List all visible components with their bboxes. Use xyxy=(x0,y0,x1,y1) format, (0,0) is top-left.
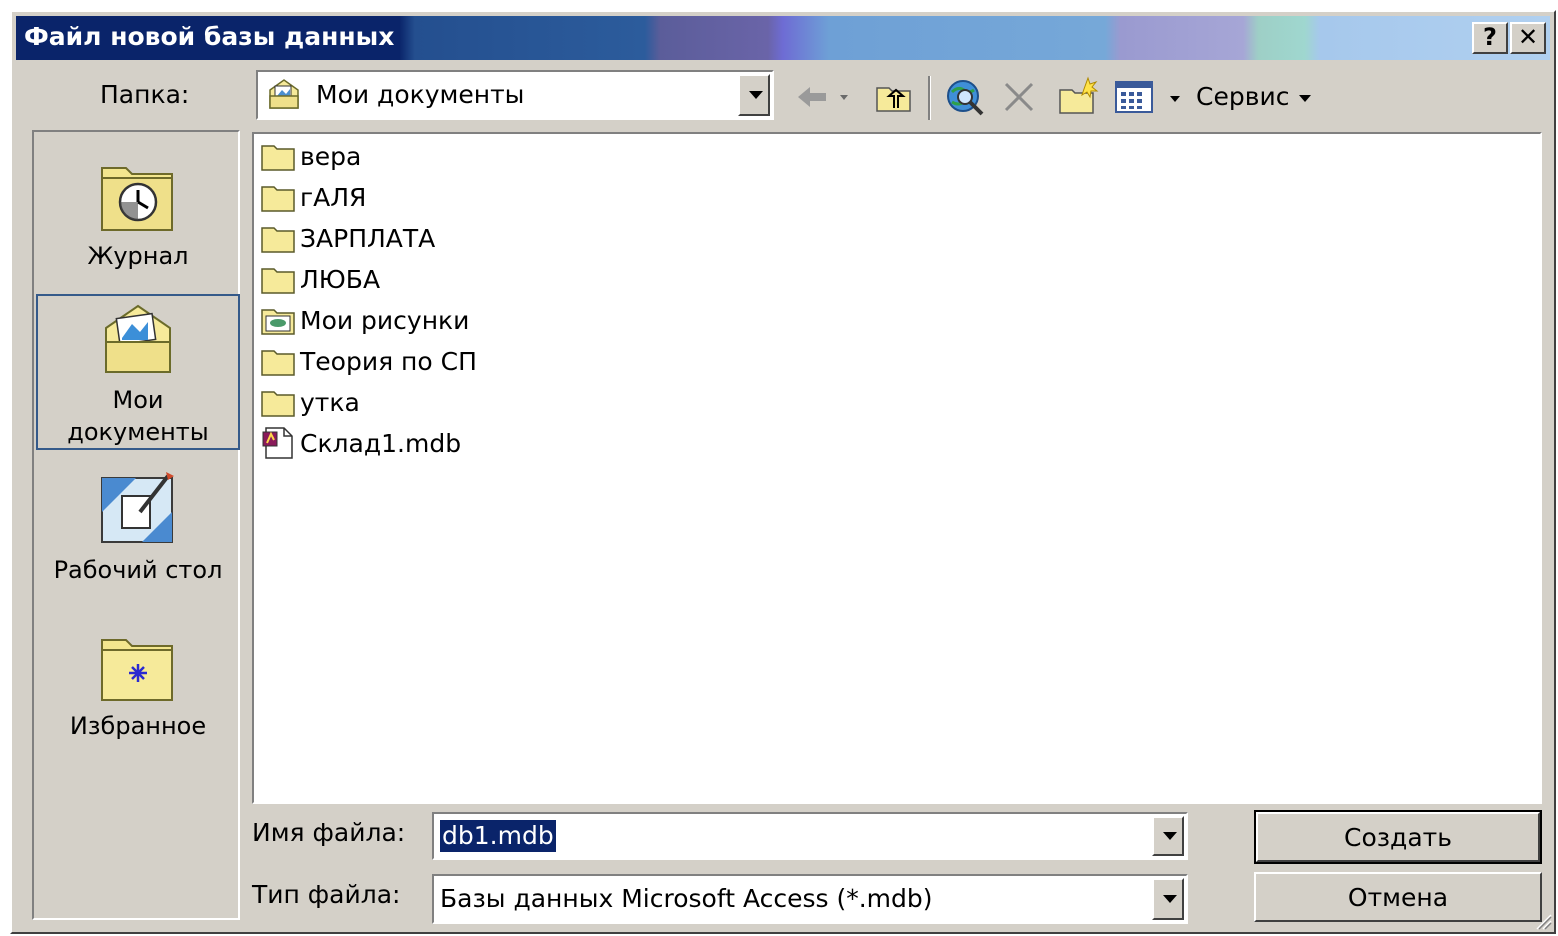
folder-icon xyxy=(261,186,295,212)
file-name: ЗАРПЛАТА xyxy=(300,223,436,253)
resize-grip-icon[interactable] xyxy=(1534,912,1552,930)
cancel-button[interactable]: Отмена xyxy=(1254,872,1542,922)
close-button[interactable]: ✕ xyxy=(1510,22,1546,54)
folder-label: Папка: xyxy=(100,80,190,109)
my-documents-icon xyxy=(105,304,171,373)
filetype-select[interactable]: Базы данных Microsoft Access (*.mdb) xyxy=(432,874,1188,924)
list-item[interactable]: Склад1.mdb xyxy=(260,425,461,461)
folder-icon xyxy=(261,227,295,253)
places-item-history[interactable]: Журнал xyxy=(36,160,240,290)
file-name: вера xyxy=(300,141,362,171)
folder-icon xyxy=(261,268,295,294)
list-item[interactable]: гАЛЯ xyxy=(260,179,366,215)
filename-dropdown-button[interactable] xyxy=(1152,816,1184,856)
places-bar: Журнал Мои документы Рабочий стол Избран… xyxy=(32,130,240,920)
views-button[interactable] xyxy=(1114,80,1184,122)
service-menu-label: Сервис xyxy=(1196,82,1290,111)
file-name: ЛЮБА xyxy=(300,264,381,294)
pictures-folder-icon xyxy=(261,309,295,335)
folder-icon xyxy=(261,391,295,417)
new-database-dialog: Файл новой базы данных ? ✕ Папка: Мои до… xyxy=(10,10,1556,934)
views-icon xyxy=(1115,81,1180,113)
file-name: Теория по СП xyxy=(300,346,477,376)
list-item[interactable]: ЛЮБА xyxy=(260,261,380,297)
new-folder-button[interactable] xyxy=(1056,76,1100,122)
places-item-label: Журнал xyxy=(87,242,189,270)
my-documents-icon xyxy=(266,78,302,118)
list-item[interactable]: Мои рисунки xyxy=(260,302,469,338)
up-one-level-button[interactable] xyxy=(874,80,914,120)
history-icon xyxy=(101,167,173,231)
search-web-button[interactable] xyxy=(944,78,988,124)
back-button[interactable] xyxy=(796,82,854,118)
delete-button[interactable] xyxy=(1002,80,1038,120)
service-menu[interactable]: Сервис xyxy=(1196,82,1313,111)
delete-x-icon xyxy=(1004,82,1034,112)
title-bar[interactable]: Файл новой базы данных ? ✕ xyxy=(16,16,1550,60)
filename-input[interactable]: db1.mdb xyxy=(432,812,1188,860)
folder-icon xyxy=(261,350,295,376)
filetype-dropdown-button[interactable] xyxy=(1152,878,1184,920)
chevron-down-icon xyxy=(1299,95,1312,102)
new-folder-icon xyxy=(1059,76,1099,114)
places-item-favorites[interactable]: Избранное xyxy=(36,632,240,772)
file-name: Мои рисунки xyxy=(300,305,470,335)
places-item-label: Мои документы xyxy=(67,386,209,446)
filename-input-value: db1.mdb xyxy=(440,820,556,852)
folder-up-icon xyxy=(876,87,911,112)
create-button[interactable]: Создать xyxy=(1254,810,1542,864)
file-name: утка xyxy=(300,387,360,417)
filetype-select-value: Базы данных Microsoft Access (*.mdb) xyxy=(440,884,933,913)
create-button-label: Создать xyxy=(1344,822,1452,852)
folder-combo[interactable]: Мои документы xyxy=(256,70,774,120)
places-item-desktop[interactable]: Рабочий стол xyxy=(36,468,240,608)
places-item-label: Избранное xyxy=(69,712,207,740)
back-arrow-icon xyxy=(798,87,848,107)
help-button[interactable]: ? xyxy=(1472,22,1508,54)
toolbar-separator xyxy=(928,76,931,120)
list-item[interactable]: вера xyxy=(260,138,361,174)
desktop-icon xyxy=(101,472,174,543)
folder-combo-dropdown-button[interactable] xyxy=(738,74,770,116)
list-item[interactable]: утка xyxy=(260,384,360,420)
favorites-icon xyxy=(101,639,173,701)
filetype-label: Тип файла: xyxy=(252,880,401,909)
folder-icon xyxy=(261,145,295,171)
access-database-icon xyxy=(262,427,293,459)
places-item-label: Рабочий стол xyxy=(53,556,223,584)
window-title: Файл новой базы данных xyxy=(24,22,395,51)
folder-combo-value: Мои документы xyxy=(316,80,525,109)
filename-label: Имя файла: xyxy=(252,818,406,847)
file-name: Склад1.mdb xyxy=(300,428,462,458)
file-name: гАЛЯ xyxy=(300,182,367,212)
file-list[interactable]: вера гАЛЯ ЗАРПЛАТА ЛЮБА Мои рисунки Теор… xyxy=(252,132,1542,804)
search-web-icon xyxy=(947,80,984,116)
list-item[interactable]: Теория по СП xyxy=(260,343,477,379)
places-item-my-documents[interactable]: Мои документы xyxy=(36,294,240,450)
list-item[interactable]: ЗАРПЛАТА xyxy=(260,220,435,256)
cancel-button-label: Отмена xyxy=(1347,882,1449,912)
